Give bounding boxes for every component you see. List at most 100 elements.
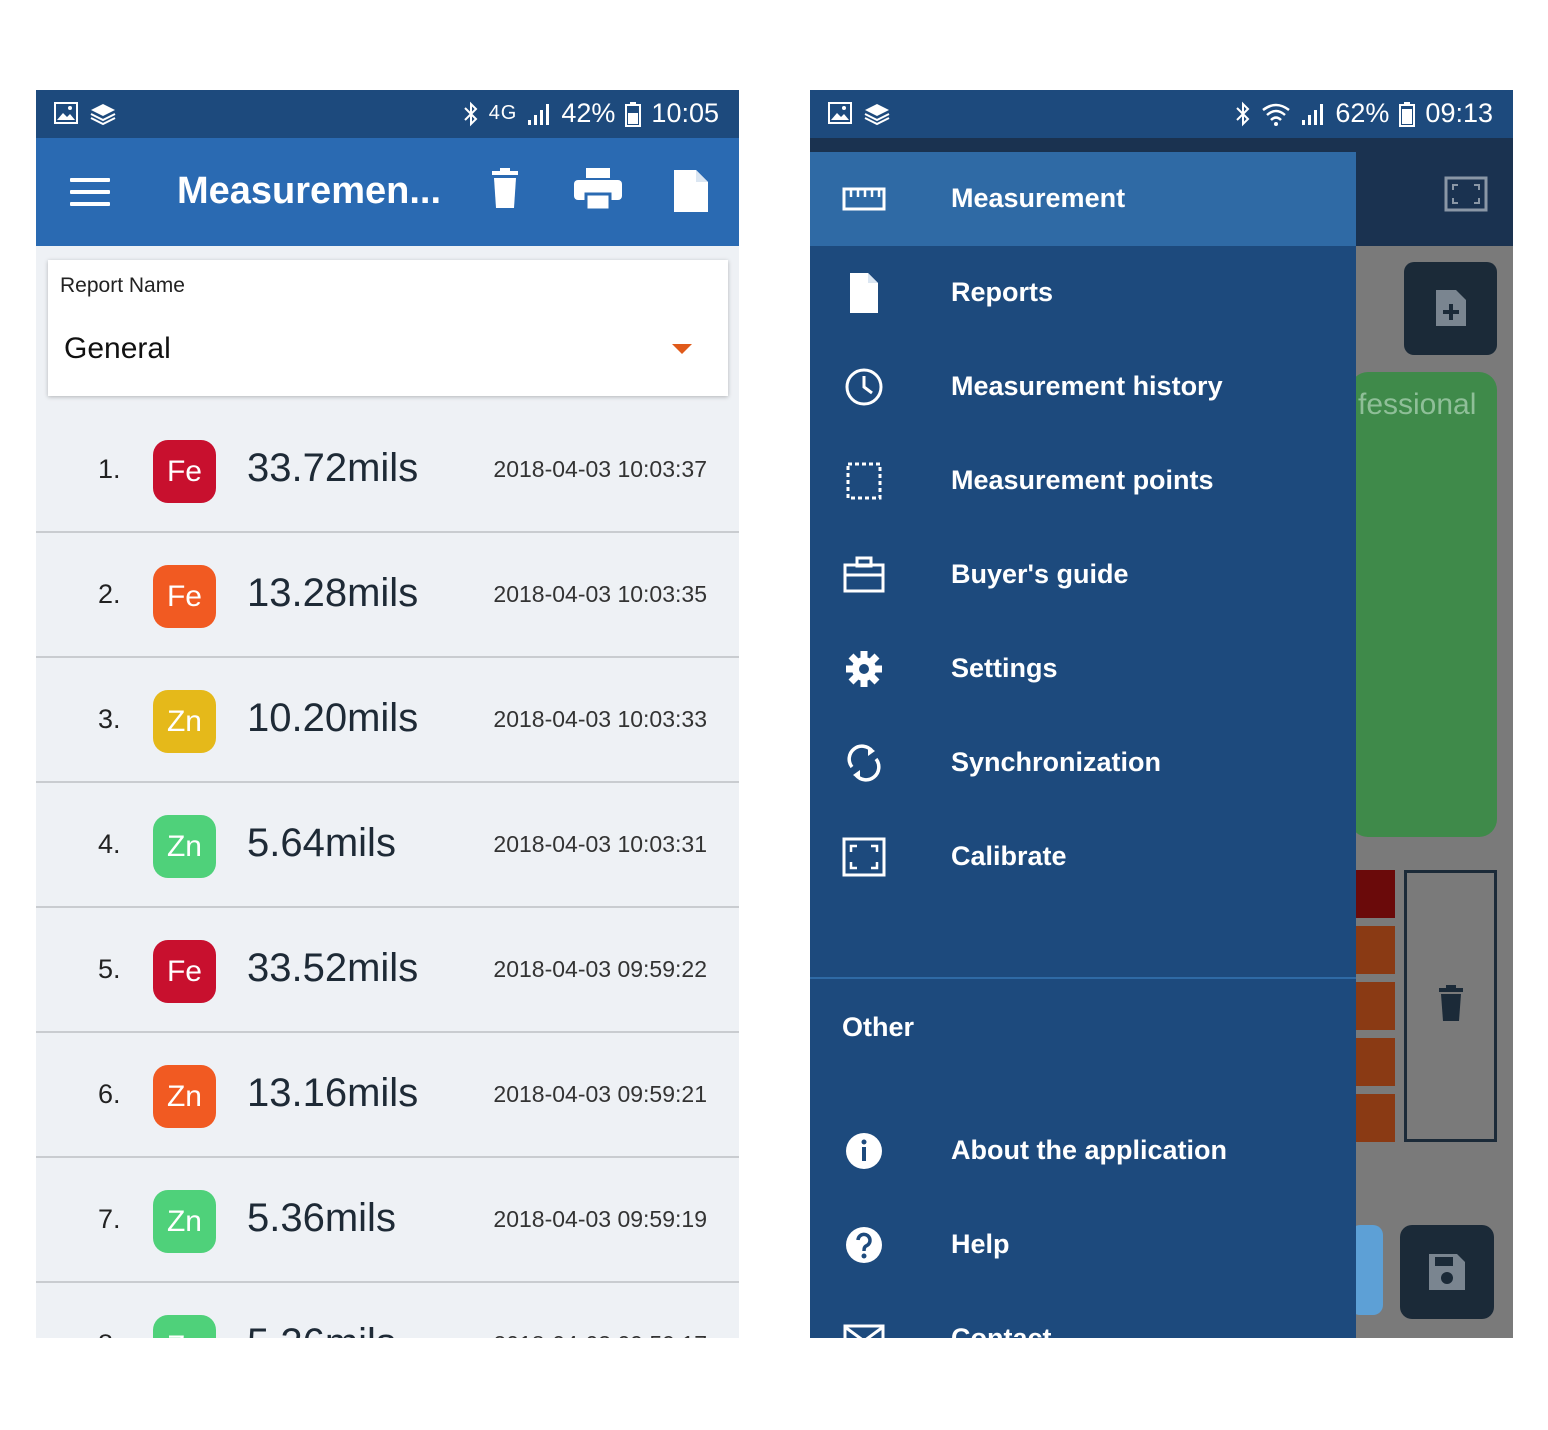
drawer-item-contact[interactable]: Contact [810, 1292, 1356, 1338]
gear-icon [846, 651, 882, 687]
thickness-value: 13.16mils [247, 1071, 419, 1115]
drawer-item-measurement-history[interactable]: Measurement history [810, 340, 1356, 434]
thickness-value: 33.52mils [247, 946, 419, 990]
thickness-value: 10.20mils [247, 696, 419, 740]
element-badge: Zn [153, 1315, 216, 1338]
clock: 09:13 [1425, 98, 1493, 128]
drawer-item-label: Calibrate [951, 841, 1067, 871]
document-icon[interactable] [672, 168, 710, 214]
drawer-item-label: Synchronization [951, 747, 1162, 777]
measurement-row[interactable]: 5. Fe 33.52mils 2018-04-03 09:59:22 [36, 908, 739, 1033]
timestamp: 2018-04-03 09:59:21 [493, 1081, 707, 1107]
print-icon[interactable] [574, 168, 622, 212]
row-number: 6. [98, 1079, 121, 1109]
drawer-item-synchronization[interactable]: Synchronization [810, 716, 1356, 810]
drawer-item-label: Help [951, 1229, 1010, 1259]
status-bar: 4G 42% 10:05 [36, 90, 739, 138]
help-icon [846, 1227, 882, 1263]
page-title: Measuremen... [177, 170, 441, 212]
element-badge: Fe [153, 440, 216, 503]
signal-icon [1302, 103, 1324, 125]
trash-icon[interactable] [488, 168, 522, 210]
drawer-item-label: Measurement history [951, 371, 1223, 401]
background-bar-segment [1350, 1094, 1395, 1142]
timestamp: 2018-04-03 09:59:22 [493, 956, 707, 982]
background-bar-segment [1350, 1038, 1395, 1086]
calibrate-icon [842, 837, 886, 877]
battery-icon [1399, 101, 1416, 127]
drawer-item-calibrate[interactable]: Calibrate [810, 810, 1356, 904]
drawer-item-help[interactable]: Help [810, 1198, 1356, 1292]
save-icon [1429, 1254, 1465, 1290]
report-name-select[interactable]: Report Name General [48, 260, 728, 396]
background-calibrate-icon [1444, 176, 1488, 212]
layers-icon [864, 104, 890, 126]
measurement-row[interactable]: 3. Zn 10.20mils 2018-04-03 10:03:33 [36, 658, 739, 783]
new-document-icon [1436, 290, 1466, 326]
row-number: 7. [98, 1204, 121, 1234]
drawer-item-label: Contact [951, 1323, 1052, 1338]
clock: 10:05 [651, 98, 719, 128]
measurement-row[interactable]: 6. Zn 13.16mils 2018-04-03 09:59:21 [36, 1033, 739, 1158]
drawer-item-reports[interactable]: Reports [810, 246, 1356, 340]
background-bar-segment [1350, 982, 1395, 1030]
background-bar-segment [1350, 926, 1395, 974]
background-delete-panel [1404, 870, 1497, 1142]
measurement-row[interactable]: 1. Fe 33.72mils 2018-04-03 10:03:37 [36, 408, 739, 533]
measurement-row[interactable]: 2. Fe 13.28mils 2018-04-03 10:03:35 [36, 533, 739, 658]
drawer-section-title: Other [842, 1012, 915, 1042]
timestamp: 2018-04-03 10:03:37 [493, 456, 707, 482]
row-number: 1. [98, 454, 121, 484]
element-badge: Fe [153, 565, 216, 628]
background-panel-text: fessional [1358, 388, 1477, 421]
measurement-row[interactable]: 4. Zn 5.64mils 2018-04-03 10:03:31 [36, 783, 739, 908]
wifi-icon [1262, 103, 1291, 126]
measurement-row[interactable]: 7. Zn 5.36mils 2018-04-03 09:59:19 [36, 1158, 739, 1283]
measurement-list: 1. Fe 33.72mils 2018-04-03 10:03:37 2. Fe 13.2… [36, 408, 739, 1338]
timestamp: 2018-04-03 10:03:33 [493, 706, 707, 732]
drawer-item-label: Measurement points [951, 465, 1214, 495]
dropdown-caret-icon[interactable] [672, 344, 692, 354]
thickness-value: 5.64mils [247, 821, 396, 865]
row-number: 5. [98, 954, 121, 984]
measurement-row[interactable]: 8. Zn 5.26mils 2018-04-03 09:59:17 [36, 1283, 739, 1338]
drawer-item-measurement-points[interactable]: Measurement points [810, 434, 1356, 528]
drawer-item-label: Reports [951, 277, 1054, 307]
menu-icon[interactable] [70, 178, 110, 206]
element-badge: Zn [153, 1065, 216, 1128]
timestamp: 2018-04-03 09:59:19 [493, 1206, 707, 1232]
battery-percent: 42% [561, 98, 616, 128]
app-bar: Measuremen... [36, 138, 739, 246]
thickness-value: 5.36mils [247, 1196, 396, 1240]
drawer-item-buyers-guide[interactable]: Buyer's guide [810, 528, 1356, 622]
gallery-icon [54, 102, 78, 124]
drawer-item-label: About the application [951, 1135, 1227, 1165]
left-phone-screen: 4G 42% 10:05 Measuremen... Report Name G… [36, 90, 739, 1338]
row-number: 3. [98, 704, 121, 734]
drawer-item-about[interactable]: About the application [810, 1104, 1356, 1198]
background-trash-icon [1439, 985, 1463, 1021]
row-number: 4. [98, 829, 121, 859]
clock-icon [845, 368, 883, 406]
signal-icon [528, 103, 550, 125]
drawer-item-label: Measurement [951, 183, 1126, 213]
navigation-drawer: Measurement Reports Measurement history … [810, 152, 1356, 1338]
ruler-icon [842, 187, 886, 211]
background-save-button [1400, 1225, 1494, 1319]
background-status-panel [1350, 372, 1497, 837]
background-bar-segment [1350, 870, 1395, 918]
report-name-value: General [64, 332, 171, 365]
document-icon [850, 273, 878, 313]
drawer-item-measurement[interactable]: Measurement [810, 152, 1356, 246]
info-icon [846, 1133, 882, 1169]
bluetooth-icon [1236, 101, 1250, 126]
dotted-square-icon [846, 462, 882, 500]
drawer-item-label: Settings [951, 653, 1058, 683]
network-type: 4G [488, 102, 518, 124]
battery-icon [625, 101, 642, 127]
drawer-item-settings[interactable]: Settings [810, 622, 1356, 716]
thickness-value: 5.26mils [247, 1321, 396, 1338]
drawer-item-label: Buyer's guide [951, 559, 1129, 589]
thickness-value: 13.28mils [247, 571, 419, 615]
row-number: 2. [98, 579, 121, 609]
